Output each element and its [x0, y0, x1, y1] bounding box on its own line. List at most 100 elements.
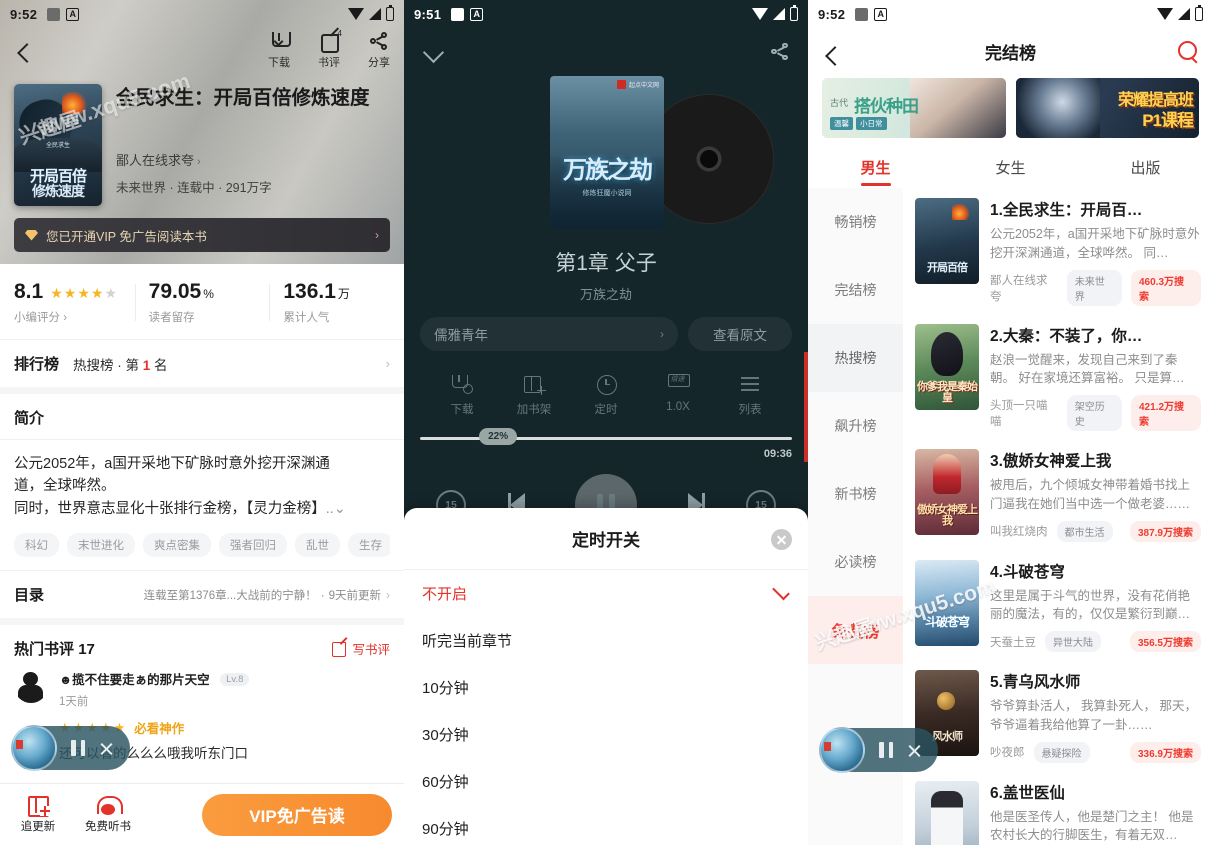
- stat-editor-score[interactable]: 8.1 ★ ★ ★ ★ ★ 小编评分 ›: [0, 280, 135, 325]
- check-icon: [773, 589, 790, 599]
- tag-item[interactable]: 生存: [348, 533, 390, 558]
- timer-option-30min[interactable]: 30分钟: [404, 711, 808, 758]
- vip-banner[interactable]: 您已开通VIP 免广告阅读本书 ›: [14, 218, 390, 252]
- tag-list: 科幻 末世进化 爽点密集 强者回归 乱世 生存 美: [14, 533, 390, 558]
- tab-male[interactable]: 男生: [808, 148, 943, 188]
- star-icon: ★: [63, 285, 77, 301]
- catalog-updated: 9天前更新: [328, 589, 381, 602]
- list-item[interactable]: 风水师 5.青乌风水师 爷爷算卦活人， 我算卦死人， 那天，爷爷逼着我给他算了一…: [903, 660, 1213, 771]
- gender-tabs: 男生 女生 出版: [808, 148, 1213, 188]
- banner1-title: 搭伙种田: [854, 97, 919, 116]
- download-disabled-icon: [451, 373, 473, 395]
- timer-option-10min[interactable]: 10分钟: [404, 664, 808, 711]
- notification-icon: [855, 7, 869, 21]
- status-time: 9:52: [818, 6, 846, 22]
- vip-read-button[interactable]: VIP免广告读: [202, 793, 392, 836]
- chapter-title: 第1章 父子: [555, 252, 657, 275]
- mini-player-3[interactable]: [819, 727, 938, 773]
- book-meta: 未来世界 · 连载中 · 291万字: [116, 181, 272, 196]
- pause-icon[interactable]: [71, 740, 85, 756]
- view-original-button[interactable]: 查看原文: [688, 317, 792, 351]
- book-title: 3.傲娇女神爱上我: [990, 453, 1112, 470]
- banner2-line2: P1课程: [1142, 111, 1194, 130]
- list-item[interactable]: 傲娇女神爱上我 3.傲娇女神爱上我 被甩后，九个倾城女神带着婚书找上门逼我在她们…: [903, 439, 1213, 550]
- tag-item[interactable]: 乱世: [295, 533, 340, 558]
- close-icon[interactable]: [907, 743, 922, 758]
- tool-speed[interactable]: 倍速 1.0X: [642, 373, 714, 417]
- collapse-button[interactable]: [422, 40, 446, 64]
- option-label: 60分钟: [422, 774, 469, 791]
- tab-published[interactable]: 出版: [1078, 148, 1213, 188]
- sidebar-item-bestseller[interactable]: 畅销榜: [808, 188, 903, 256]
- score-value: 8.1: [14, 280, 44, 303]
- back-button[interactable]: [822, 45, 844, 67]
- mini-player-cover: [11, 725, 57, 771]
- catalog-row[interactable]: 目录 连载至第1376章...大战前的宁静！ · 9天前更新 ›: [0, 570, 404, 618]
- review-button[interactable]: 4 书评: [318, 29, 342, 70]
- sidebar-item-completed[interactable]: 完结榜: [808, 256, 903, 324]
- app-icon: A: [66, 7, 80, 21]
- tool-label: 加书架: [516, 404, 552, 416]
- app-icon: A: [470, 7, 484, 21]
- tag-item[interactable]: 末世进化: [67, 533, 135, 558]
- tab-female[interactable]: 女生: [943, 148, 1078, 188]
- review-item[interactable]: ☻揽不住要走ぁ的那片天空 Lv.8 1天前: [0, 669, 404, 709]
- intro-expand-icon[interactable]: ..⌄: [326, 501, 346, 517]
- progress-slider[interactable]: 22%: [420, 428, 792, 445]
- back-button[interactable]: [14, 42, 36, 64]
- page-title: 完结榜: [985, 43, 1036, 63]
- tool-timer[interactable]: 定时: [570, 373, 642, 417]
- mini-player-1[interactable]: [11, 725, 130, 771]
- tool-download[interactable]: 下载: [426, 373, 498, 417]
- tag-item[interactable]: 强者回归: [219, 533, 287, 558]
- list-item[interactable]: 开局百倍 1.全民求生：开局百… 公元2052年，a国开采地下矿脉时意外挖开深渊…: [903, 188, 1213, 314]
- sidebar-item-hotsearch[interactable]: 热搜榜: [808, 324, 903, 392]
- close-icon[interactable]: [99, 741, 114, 756]
- popularity-value: 136.1: [283, 280, 336, 303]
- battery-icon: [1195, 5, 1203, 21]
- progress-knob[interactable]: 22%: [479, 428, 518, 445]
- book-cover[interactable]: 全民求生 开局百倍 修炼速度: [14, 84, 102, 206]
- timer-option-end-chapter[interactable]: 听完当前章节: [404, 617, 808, 664]
- search-icon[interactable]: [1177, 40, 1199, 62]
- album-cover[interactable]: 起点中文网 万族之劫 修炼狂魔小说网: [550, 76, 664, 229]
- ranking-row[interactable]: 排行榜 热搜榜 · 第 1 名 ›: [0, 339, 404, 387]
- cover-title: 万族之劫: [563, 157, 653, 184]
- pen-icon: [332, 641, 347, 658]
- book-cover: [915, 780, 979, 845]
- narrator-selector[interactable]: 儒雅青年 ›: [420, 317, 678, 351]
- list-item[interactable]: 6.盖世医仙 他是医圣传人，他是楚门之主！ 他是农村长大的行脚医生，有着无双…: [903, 771, 1213, 845]
- tool-add-shelf[interactable]: 加书架: [498, 373, 570, 417]
- tool-label: 1.0X: [666, 401, 690, 413]
- timer-option-60min[interactable]: 60分钟: [404, 758, 808, 805]
- ranking-desc-post: 名: [150, 357, 168, 373]
- battery-icon: [790, 5, 798, 21]
- panel-audio-player: 9:51 A 起点中文网 万族之劫 修炼狂魔小说网 第1章 父子 万族之劫 儒雅…: [404, 0, 808, 845]
- follow-update-button[interactable]: 追更新: [12, 795, 64, 834]
- close-icon[interactable]: [771, 529, 792, 550]
- tag-item[interactable]: 爽点密集: [143, 533, 211, 558]
- sidebar-item-free[interactable]: 免费榜: [808, 596, 903, 664]
- sidebar-item-mustread[interactable]: 必读榜: [808, 528, 903, 596]
- write-review-button[interactable]: 写书评: [332, 639, 390, 658]
- share-button[interactable]: 分享: [368, 32, 390, 70]
- banner-farming[interactable]: 古代 搭伙种田 温馨 小日常: [822, 78, 1006, 138]
- sidebar-item-newbooks[interactable]: 新书榜: [808, 460, 903, 528]
- free-listen-button[interactable]: 免费听书: [82, 795, 134, 834]
- cover-line-2: 修炼速度: [32, 183, 85, 199]
- tag-item[interactable]: 科幻: [14, 533, 59, 558]
- timer-option-90min[interactable]: 90分钟: [404, 805, 808, 845]
- catalog-title: 目录: [14, 587, 45, 605]
- book-author[interactable]: 鄙人在线求夸 ›: [116, 150, 390, 169]
- intro-body[interactable]: 公元2052年，a国开采地下矿脉时意外挖开深渊通 道，全球哗然。 同时，世界意志…: [0, 439, 404, 558]
- banner-course[interactable]: 荣耀提高班 P1课程: [1015, 78, 1199, 138]
- share-icon[interactable]: [771, 42, 790, 62]
- timer-option-off[interactable]: 不开启: [404, 570, 808, 617]
- download-button[interactable]: 下载: [268, 32, 291, 70]
- book-topbar: 下载 4 书评 分享: [0, 28, 404, 84]
- list-item[interactable]: 斗破苍穹 4.斗破苍穹 这里是属于斗气的世界，没有花俏艳丽的魔法，有的，仅仅是繁…: [903, 550, 1213, 661]
- tool-list[interactable]: 列表: [714, 373, 786, 417]
- pause-icon[interactable]: [879, 742, 893, 758]
- sidebar-item-rising[interactable]: 飙升榜: [808, 392, 903, 460]
- list-item[interactable]: 你爹我是秦始皇 2.大秦：不装了，你… 赵浪一觉醒来，发现自己来到了秦朝。 好在…: [903, 314, 1213, 440]
